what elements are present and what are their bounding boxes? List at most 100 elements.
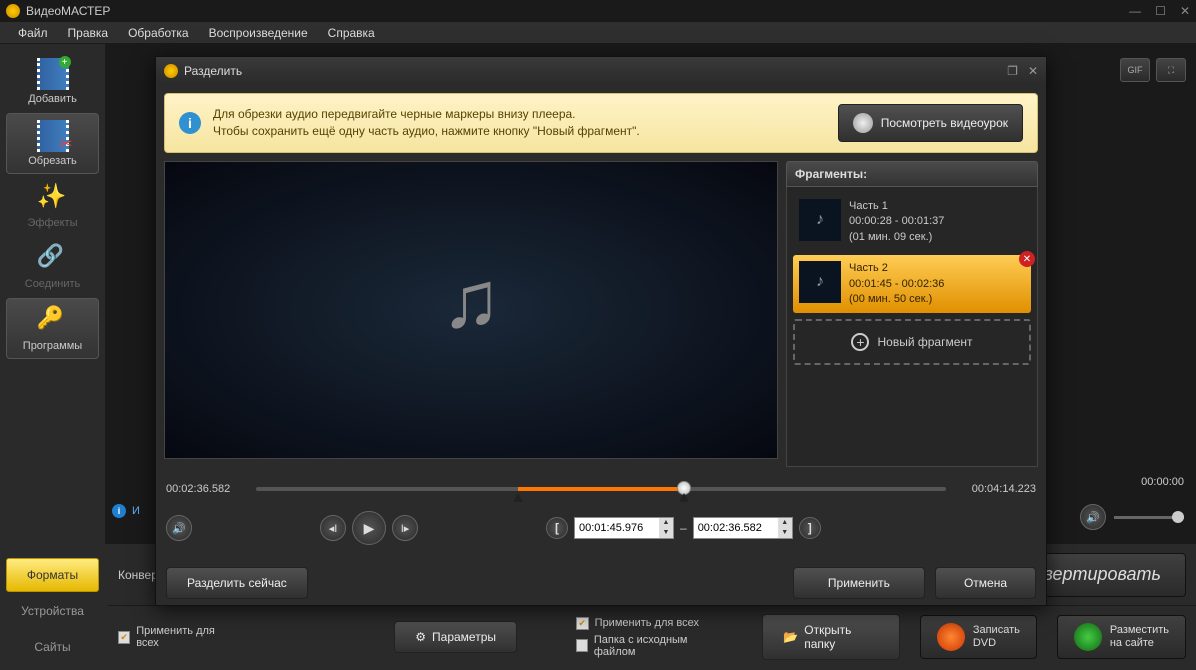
- app-title: ВидеоМАСТЕР: [26, 4, 1129, 18]
- maximize-button[interactable]: ☐: [1155, 4, 1166, 18]
- spinner-down[interactable]: ▼: [778, 528, 792, 538]
- timeline-marker-out[interactable]: [679, 493, 689, 502]
- watch-tutorial-button[interactable]: Посмотреть видеоурок: [838, 104, 1023, 142]
- play-button[interactable]: ▶: [352, 511, 386, 545]
- menu-process[interactable]: Обработка: [120, 23, 197, 43]
- dialog-restore-button[interactable]: ❐: [1007, 64, 1018, 78]
- dialog-close-button[interactable]: ✕: [1028, 64, 1038, 78]
- webcam-icon: [853, 113, 873, 133]
- out-time-input[interactable]: ▲▼: [693, 517, 793, 539]
- split-now-button[interactable]: Разделить сейчас: [166, 567, 308, 599]
- fragments-header: Фрагменты:: [786, 161, 1038, 187]
- fragment-title: Часть 2: [849, 261, 944, 276]
- timeline-track[interactable]: [256, 487, 946, 491]
- timeline-marker-in[interactable]: [513, 493, 523, 502]
- folder-icon: 📂: [783, 630, 798, 644]
- menu-playback[interactable]: Воспроизведение: [201, 23, 316, 43]
- app-icon: [6, 4, 20, 18]
- menu-edit[interactable]: Правка: [60, 23, 117, 43]
- info-text: И: [132, 505, 140, 517]
- tool-add[interactable]: + Добавить: [6, 52, 99, 111]
- fragment-thumb-icon: ♪: [799, 261, 841, 303]
- effects-icon: ✨: [37, 182, 69, 214]
- tool-join-label: Соединить: [25, 278, 81, 290]
- spinner-up[interactable]: ▲: [778, 518, 792, 528]
- close-button[interactable]: ✕: [1180, 4, 1190, 18]
- dialog-titlebar[interactable]: Разделить ❐ ✕: [156, 57, 1046, 85]
- preview-area: ♫: [164, 161, 778, 459]
- checkbox-icon: [576, 639, 588, 652]
- info-icon: i: [179, 112, 201, 134]
- info-icon: i: [112, 504, 126, 518]
- timeline-start-time: 00:02:36.582: [166, 483, 246, 495]
- open-folder-button[interactable]: 📂Открыть папку: [762, 614, 900, 660]
- tool-programs-label: Программы: [23, 340, 82, 352]
- fragment-range: 00:01:45 - 00:02:36: [849, 277, 944, 292]
- split-dialog: Разделить ❐ ✕ i Для обрезки аудио передв…: [155, 56, 1047, 606]
- source-folder-checkbox[interactable]: Папка с исходным файлом: [576, 634, 723, 658]
- fragment-title: Часть 1: [849, 199, 944, 214]
- minimize-button[interactable]: —: [1129, 4, 1141, 18]
- burn-dvd-button[interactable]: ЗаписатьDVD: [920, 615, 1037, 659]
- tab-sites[interactable]: Сайты: [6, 630, 99, 664]
- volume-control[interactable]: 🔊: [1080, 504, 1184, 530]
- tool-cut[interactable]: ✂ Обрезать: [6, 113, 99, 174]
- fragment-item[interactable]: ♪ Часть 2 00:01:45 - 00:02:36 (00 мин. 5…: [793, 255, 1031, 313]
- cancel-button[interactable]: Отмена: [935, 567, 1036, 599]
- out-time-field[interactable]: [694, 522, 778, 534]
- music-note-icon: ♫: [441, 254, 501, 346]
- tool-programs[interactable]: 🔑 Программы: [6, 298, 99, 359]
- fragment-duration: (00 мин. 50 сек.): [849, 292, 944, 307]
- menu-file[interactable]: Файл: [10, 23, 56, 43]
- hint-banner: i Для обрезки аудио передвигайте черные …: [164, 93, 1038, 153]
- playback-time: 00:00:00: [1141, 476, 1184, 488]
- fragment-item[interactable]: ♪ Часть 1 00:00:28 - 00:01:37 (01 мин. 0…: [793, 193, 1031, 251]
- spinner-down[interactable]: ▼: [659, 528, 673, 538]
- join-icon: 🔗: [37, 243, 69, 275]
- film-add-icon: +: [37, 58, 69, 90]
- prev-frame-button[interactable]: ◂I: [320, 515, 346, 541]
- volume-icon[interactable]: 🔊: [1080, 504, 1106, 530]
- tool-cut-label: Обрезать: [28, 155, 77, 167]
- tab-devices[interactable]: Устройства: [6, 594, 99, 628]
- set-in-button[interactable]: [: [546, 517, 568, 539]
- timeline-end-time: 00:04:14.223: [956, 483, 1036, 495]
- title-bar: ВидеоМАСТЕР — ☐ ✕: [0, 0, 1196, 22]
- next-frame-button[interactable]: I▸: [392, 515, 418, 541]
- parameters-button[interactable]: ⚙Параметры: [394, 621, 517, 653]
- new-fragment-button[interactable]: + Новый фрагмент: [793, 319, 1031, 365]
- spinner-up[interactable]: ▲: [659, 518, 673, 528]
- apply-all-2-checkbox[interactable]: ✔ Применить для всех: [576, 617, 723, 630]
- in-time-input[interactable]: ▲▼: [574, 517, 674, 539]
- globe-icon: [1074, 623, 1102, 651]
- checkbox-icon: ✔: [118, 631, 130, 644]
- menu-bar: Файл Правка Обработка Воспроизведение Сп…: [0, 22, 1196, 44]
- tool-effects[interactable]: ✨ Эффекты: [6, 176, 99, 235]
- fragment-duration: (01 мин. 09 сек.): [849, 230, 944, 245]
- fullscreen-button[interactable]: ⛶: [1156, 58, 1186, 82]
- menu-help[interactable]: Справка: [320, 23, 383, 43]
- plus-icon: +: [851, 333, 869, 351]
- hint-line-1: Для обрезки аудио передвигайте черные ма…: [213, 106, 826, 123]
- publish-button[interactable]: Разместитьна сайте: [1057, 615, 1186, 659]
- programs-icon: 🔑: [37, 305, 69, 337]
- tool-add-label: Добавить: [28, 93, 77, 105]
- set-out-button[interactable]: ]: [799, 517, 821, 539]
- gif-button[interactable]: GIF: [1120, 58, 1150, 82]
- dialog-title: Разделить: [184, 64, 1007, 78]
- gear-icon: ⚙: [415, 630, 426, 644]
- fragment-delete-button[interactable]: ✕: [1019, 251, 1035, 267]
- checkbox-icon: ✔: [576, 617, 589, 630]
- timeline: 00:02:36.582 00:04:14.223: [156, 467, 1046, 501]
- dvd-icon: [937, 623, 965, 651]
- tools-panel: + Добавить ✂ Обрезать ✨ Эффекты 🔗 Соедин…: [0, 44, 105, 544]
- in-time-field[interactable]: [575, 522, 659, 534]
- fragment-range: 00:00:28 - 00:01:37: [849, 214, 944, 229]
- hint-line-2: Чтобы сохранить ещё одну часть аудио, на…: [213, 123, 826, 140]
- mute-button[interactable]: 🔊: [166, 515, 192, 541]
- tool-join[interactable]: 🔗 Соединить: [6, 237, 99, 296]
- apply-button[interactable]: Применить: [793, 567, 925, 599]
- fragments-list: ♪ Часть 1 00:00:28 - 00:01:37 (01 мин. 0…: [786, 187, 1038, 467]
- apply-all-checkbox[interactable]: ✔ Применить для всех: [118, 625, 233, 649]
- tab-formats[interactable]: Форматы: [6, 558, 99, 592]
